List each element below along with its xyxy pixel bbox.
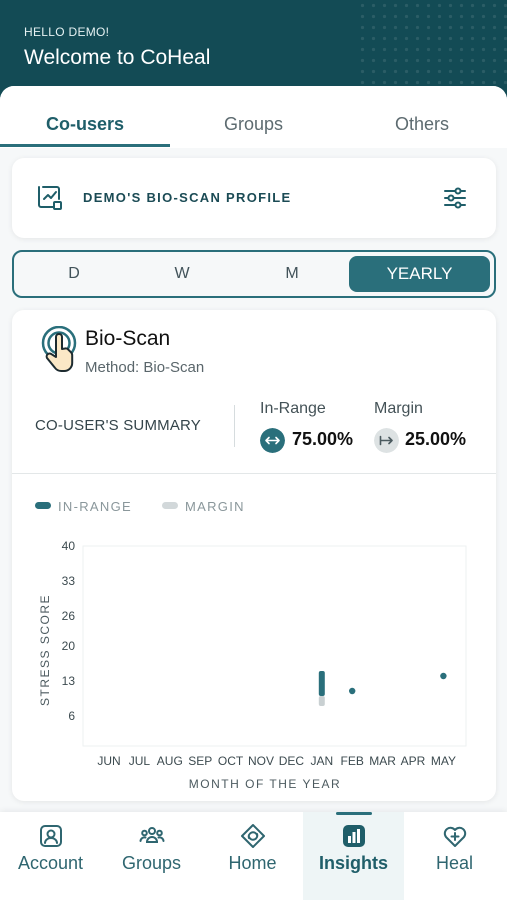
heart-plus-icon bbox=[443, 826, 467, 847]
y-tick-label: 20 bbox=[62, 639, 76, 653]
x-tick-label: JAN bbox=[310, 754, 333, 768]
arrows-horizontal-icon bbox=[260, 428, 285, 453]
active-tab-indicator bbox=[0, 144, 170, 147]
nav-account[interactable]: Account bbox=[0, 812, 101, 900]
margin-value: 25.00% bbox=[405, 429, 467, 449]
chart-report-icon bbox=[38, 186, 62, 210]
x-tick-label: APR bbox=[401, 754, 426, 768]
y-tick-label: 26 bbox=[62, 609, 76, 623]
x-tick-label: AUG bbox=[157, 754, 183, 768]
nav-groups[interactable]: Groups bbox=[101, 812, 202, 900]
nav-groups-label: Groups bbox=[121, 853, 182, 873]
data-point bbox=[440, 672, 447, 680]
sliders-icon[interactable] bbox=[442, 185, 468, 211]
arrow-right-bar-icon bbox=[374, 428, 399, 453]
home-icon bbox=[241, 824, 265, 848]
x-tick-label: MAR bbox=[369, 754, 396, 768]
bio-scan-card: Bio-Scan Method: Bio-Scan CO-USER'S SUMM… bbox=[12, 310, 496, 801]
y-tick-label: 40 bbox=[62, 539, 76, 553]
tab-co-users[interactable]: Co-users bbox=[0, 86, 170, 148]
bar-chart-icon bbox=[343, 825, 365, 847]
header-dot-pattern bbox=[357, 0, 507, 90]
x-tick-label: OCT bbox=[218, 754, 244, 768]
legend-in-range-swatch bbox=[35, 502, 51, 509]
summary-label: CO-USER'S SUMMARY bbox=[35, 417, 202, 434]
legend-margin-swatch bbox=[162, 502, 178, 509]
period-option-month[interactable]: M bbox=[236, 256, 348, 292]
x-tick-label: DEC bbox=[279, 754, 305, 768]
x-tick-label: JUL bbox=[129, 754, 151, 768]
nav-heal-label: Heal bbox=[435, 853, 474, 873]
group-icon bbox=[139, 827, 165, 843]
nav-account-label: Account bbox=[17, 853, 84, 873]
stress-score-chart: 40 33 26 20 13 6 JUN JUL AUG SEP OCT NOV DEC JAN FEB MA… bbox=[38, 539, 467, 791]
nav-active-indicator bbox=[336, 812, 372, 815]
tab-others[interactable]: Others bbox=[337, 86, 507, 148]
bio-scan-method: Method: Bio-Scan bbox=[85, 359, 205, 376]
nav-insights-label: Insights bbox=[318, 853, 388, 873]
margin-label: Margin bbox=[374, 400, 423, 417]
bio-scan-title: Bio-Scan bbox=[85, 327, 171, 350]
period-selector: D W M YEARLY bbox=[12, 250, 496, 298]
x-tick-label: NOV bbox=[248, 754, 274, 768]
tab-bar: Co-users Groups Others bbox=[0, 86, 507, 148]
legend-margin-label: MARGIN bbox=[185, 499, 245, 514]
x-tick-label: SEP bbox=[188, 754, 212, 768]
period-option-yearly[interactable]: YEARLY bbox=[349, 256, 490, 292]
nav-heal[interactable]: Heal bbox=[404, 812, 505, 900]
user-icon bbox=[40, 825, 62, 847]
tab-groups[interactable]: Groups bbox=[170, 86, 337, 148]
data-point bbox=[349, 687, 356, 695]
card-divider bbox=[12, 473, 496, 474]
nav-insights[interactable]: Insights bbox=[303, 812, 404, 900]
x-tick-label: MAY bbox=[431, 754, 456, 768]
x-tick-label: JUN bbox=[97, 754, 120, 768]
period-option-day[interactable]: D bbox=[20, 256, 128, 292]
welcome-title: Welcome to CoHeal bbox=[24, 46, 211, 69]
plot-area-border bbox=[82, 545, 467, 747]
greeting-text: HELLO DEMO! bbox=[24, 25, 110, 39]
nav-home[interactable]: Home bbox=[202, 812, 303, 900]
bottom-navigation: Account Groups Home Insights Heal bbox=[0, 812, 507, 900]
y-tick-label: 6 bbox=[68, 709, 75, 723]
y-tick-label: 33 bbox=[62, 574, 76, 588]
legend-in-range-label: IN-RANGE bbox=[58, 499, 132, 514]
data-range-bar bbox=[318, 671, 325, 696]
y-tick-label: 13 bbox=[62, 674, 76, 688]
data-range-bar bbox=[318, 696, 325, 706]
touch-fingerprint-icon bbox=[41, 326, 77, 372]
profile-title: DEMO'S BIO-SCAN PROFILE bbox=[83, 190, 292, 205]
in-range-value: 75.00% bbox=[292, 429, 354, 449]
period-option-week[interactable]: W bbox=[128, 256, 236, 292]
x-tick-label: FEB bbox=[341, 754, 364, 768]
y-axis-label: STRESS SCORE bbox=[38, 594, 52, 706]
summary-divider bbox=[234, 405, 235, 447]
nav-home-label: Home bbox=[228, 853, 277, 873]
in-range-label: In-Range bbox=[260, 400, 326, 417]
bio-scan-profile-card[interactable]: DEMO'S BIO-SCAN PROFILE bbox=[12, 158, 496, 238]
x-axis-label: MONTH OF THE YEAR bbox=[189, 777, 341, 791]
